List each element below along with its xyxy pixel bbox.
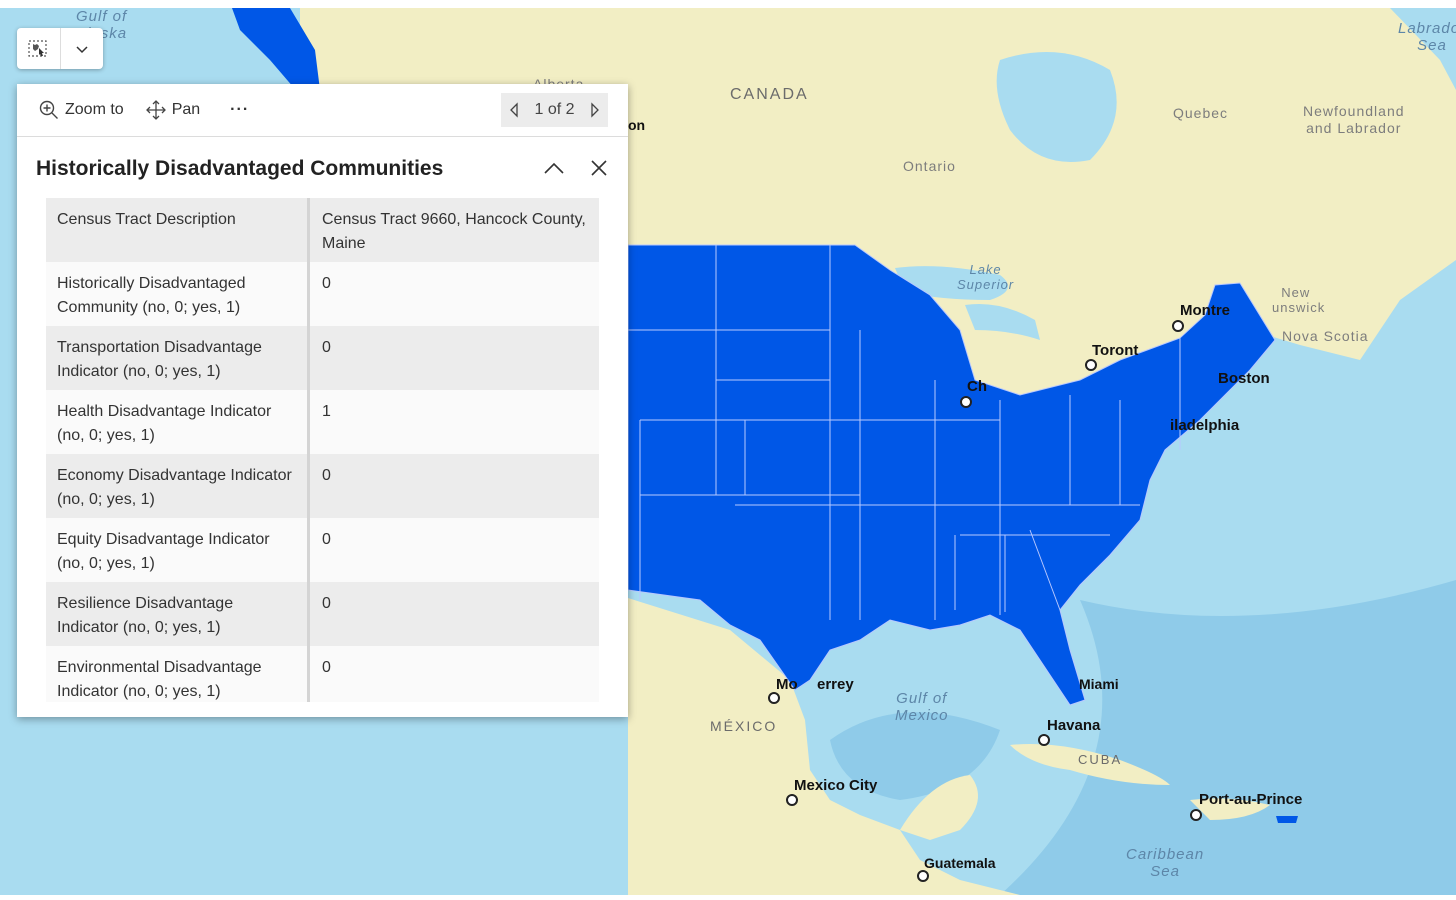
table-row: Census Tract Description Census Tract 966… — [46, 198, 599, 262]
select-tool-icon — [28, 39, 47, 57]
feature-pager: 1 of 2 — [501, 93, 608, 127]
label-labrador-sea: LabradorSea — [1398, 20, 1456, 54]
zoom-in-icon — [39, 100, 58, 119]
label-nova-scotia: Nova Scotia — [1282, 328, 1369, 344]
label-canada: CANADA — [730, 86, 809, 103]
feature-popup: Zoom to Pan ··· 1 of 2 Historically Disa… — [17, 84, 628, 717]
close-button[interactable] — [584, 153, 614, 183]
zoom-to-button[interactable]: Zoom to — [39, 100, 124, 120]
chevron-up-icon — [544, 162, 564, 174]
label-mexico: MÉXICO — [710, 718, 778, 734]
more-button[interactable]: ··· — [230, 101, 249, 119]
attribute-table[interactable]: Census Tract Description Census Tract 966… — [46, 198, 599, 702]
collapse-button[interactable] — [539, 153, 569, 183]
pan-icon — [145, 100, 166, 120]
top-frame — [0, 0, 1456, 8]
zoom-to-label: Zoom to — [65, 101, 124, 118]
table-row: Equity Disadvantage Indicator (no, 0; ye… — [46, 518, 599, 582]
label-mexico-city: Mexico City — [794, 777, 878, 794]
label-ontario: Ontario — [903, 158, 956, 174]
label-cuba: CUBA — [1078, 752, 1123, 767]
popup-header: Historically Disadvantaged Communities — [17, 137, 628, 201]
city-dot-guatemala — [917, 870, 929, 882]
label-port-au-prince: Port-au-Prince — [1199, 791, 1303, 808]
city-dot-chicago — [960, 396, 972, 408]
field-name: Historically Disadvantaged Community (no… — [46, 262, 310, 326]
label-new-brunswick: New unswick — [1272, 285, 1326, 315]
label-edmonton-partial: on — [628, 117, 646, 133]
field-value: 1 — [322, 403, 331, 420]
field-value: 0 — [322, 339, 331, 356]
label-monterrey-a: Mo — [776, 676, 798, 693]
table-row: Health Disadvantage Indicator (no, 0; ye… — [46, 390, 599, 454]
table-row: Historically Disadvantaged Community (no… — [46, 262, 599, 326]
label-montreal: Montre — [1180, 302, 1230, 319]
pager-label: 1 of 2 — [534, 101, 575, 118]
more-icon: ··· — [230, 101, 250, 118]
city-dot-toronto — [1085, 359, 1097, 371]
field-value: 0 — [322, 275, 331, 292]
field-name: Resilience Disadvantage Indicator (no, 0… — [46, 582, 310, 646]
pan-button[interactable]: Pan — [145, 100, 201, 120]
city-dot-havana — [1038, 734, 1050, 746]
field-name: Transportation Disadvantage Indicator (n… — [46, 326, 310, 390]
pan-label: Pan — [171, 101, 201, 118]
field-name: Environmental Disadvantage Indicator (no… — [46, 646, 310, 702]
city-dot-mexico-city — [786, 794, 798, 806]
city-dot-port-au-prince — [1190, 809, 1202, 821]
close-icon — [591, 160, 607, 176]
label-philadelphia: iladelphia — [1170, 417, 1240, 434]
table-row: Environmental Disadvantage Indicator (no… — [46, 646, 599, 702]
popup-title: Historically Disadvantaged Communities — [36, 157, 444, 180]
label-chicago: Ch — [967, 378, 987, 395]
label-miami: Miami — [1079, 676, 1119, 692]
puerto-rico-highlight — [1276, 816, 1298, 823]
field-name: Health Disadvantage Indicator (no, 0; ye… — [46, 390, 310, 454]
label-newfoundland: Newfoundland and Labrador — [1303, 103, 1405, 136]
field-name: Economy Disadvantage Indicator (no, 0; y… — [46, 454, 310, 518]
label-caribbean-sea: Caribbean Sea — [1126, 846, 1205, 880]
select-tool-button[interactable] — [17, 28, 60, 69]
city-dot-monterrey — [768, 692, 780, 704]
field-value: 0 — [322, 595, 331, 612]
city-dot-montreal — [1172, 320, 1184, 332]
field-name: Equity Disadvantage Indicator (no, 0; ye… — [46, 518, 310, 582]
popup-action-bar: Zoom to Pan ··· 1 of 2 — [17, 84, 628, 137]
label-guatemala: Guatemala — [924, 855, 996, 871]
label-lake-superior: Lake Superior — [957, 262, 1015, 292]
field-value: 0 — [322, 467, 331, 484]
field-name: Census Tract Description — [46, 198, 310, 262]
select-tool-dropdown[interactable] — [59, 28, 104, 69]
field-value: Census Tract 9660, Hancock County, Maine — [322, 211, 586, 252]
table-row: Economy Disadvantage Indicator (no, 0; y… — [46, 454, 599, 518]
label-boston: Boston — [1218, 370, 1270, 387]
previous-icon[interactable] — [507, 102, 521, 118]
label-toronto: Toront — [1092, 342, 1139, 359]
label-gulf-of-mexico: Gulf of Mexico — [895, 690, 949, 724]
field-value: 0 — [322, 531, 331, 548]
table-row: Resilience Disadvantage Indicator (no, 0… — [46, 582, 599, 646]
label-quebec: Quebec — [1173, 105, 1229, 121]
next-icon[interactable] — [588, 102, 602, 118]
label-havana: Havana — [1047, 717, 1101, 734]
map-toolbar — [17, 28, 103, 69]
table-row: Transportation Disadvantage Indicator (n… — [46, 326, 599, 390]
label-monterrey-b: errey — [817, 676, 854, 693]
field-value: 0 — [322, 659, 331, 676]
chevron-down-icon — [76, 45, 88, 53]
